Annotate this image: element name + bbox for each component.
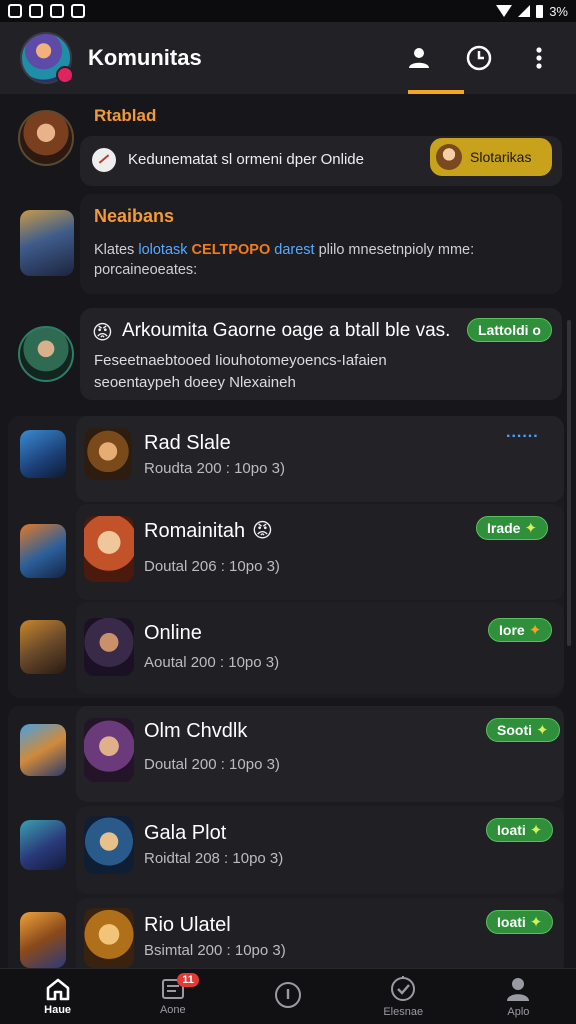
- status-badge[interactable]: Ioati ✦: [486, 910, 554, 934]
- nav-home[interactable]: Haue: [0, 969, 115, 1024]
- game-icon[interactable]: [20, 430, 66, 478]
- person-icon: [409, 48, 429, 68]
- list-item-title: Olm Chvdlk: [144, 720, 248, 742]
- player-avatar[interactable]: [84, 908, 134, 968]
- post-link[interactable]: lolotask: [138, 242, 187, 258]
- post-link[interactable]: CELTPOPO: [192, 242, 271, 258]
- game-icon[interactable]: [20, 620, 66, 674]
- online-badge-icon: [56, 66, 74, 84]
- list-item-title: Romainitah: [144, 520, 246, 542]
- user-avatar[interactable]: [18, 110, 74, 166]
- download-icon: [71, 4, 85, 18]
- profile-tab-button[interactable]: [406, 45, 432, 71]
- post-link[interactable]: darest: [274, 242, 314, 258]
- bottom-nav: Haue 11 Aone Elesnae Aplo: [0, 968, 576, 1024]
- list-item-title: Gala Plot: [144, 822, 227, 844]
- message-icon: [50, 4, 64, 18]
- post-line: Feseetnaebtooed Iiouhotomeyoencs-Iafaien: [94, 352, 387, 369]
- user-avatar[interactable]: [18, 326, 74, 382]
- check-circle-icon: [391, 976, 416, 1001]
- scrollbar[interactable]: [567, 320, 571, 646]
- nav-messages[interactable]: 11 Aone: [115, 969, 230, 1024]
- more-vertical-icon: [536, 47, 542, 69]
- message-text: Kedunematat sl ormeni dper Onlide: [128, 151, 364, 168]
- post-body: Klates lolotask CELTPOPO darest plilo mn…: [94, 242, 475, 278]
- list-item[interactable]: [76, 416, 564, 502]
- sparkle-icon: ✦: [524, 520, 538, 537]
- status-badge[interactable]: Ioati ✦: [486, 818, 554, 842]
- list-item-title: Online: [144, 622, 202, 644]
- notification-count-badge: 11: [177, 973, 199, 987]
- status-badge[interactable]: Sooti ✦: [486, 718, 560, 742]
- player-avatar[interactable]: [84, 718, 134, 782]
- sparkle-icon: ✦: [536, 722, 549, 739]
- signal-icon: [518, 5, 531, 17]
- angry-emoji: 😡: [92, 322, 113, 344]
- list-item-title: Rio Ulatel: [144, 914, 231, 936]
- typing-dots: ......: [506, 424, 539, 441]
- gamepad-icon: [8, 4, 22, 18]
- game-icon[interactable]: [20, 820, 66, 870]
- nav-achievements[interactable]: Elesnae: [346, 969, 461, 1024]
- community-feed[interactable]: Rtablad Kedunematat sl ormeni dper Onlid…: [0, 94, 576, 968]
- user-avatar[interactable]: [20, 210, 74, 276]
- post-line: seoentaypeh doeey Nlexaineh: [94, 374, 296, 391]
- sparkle-icon: ✦: [528, 622, 542, 639]
- angry-emoji: 😡: [252, 520, 273, 542]
- history-button[interactable]: [466, 45, 492, 71]
- status-badge[interactable]: Lattoldi o: [467, 318, 552, 342]
- slot-chip-button[interactable]: Slotarikas: [430, 138, 552, 176]
- info-icon: [275, 982, 301, 1008]
- list-item-subtitle: Aoutal 200 : 10po 3): [144, 654, 280, 671]
- status-badge[interactable]: Irade ✦: [476, 516, 549, 540]
- sparkle-icon: ✦: [529, 914, 543, 931]
- status-bar: 3%: [0, 0, 576, 22]
- chip-avatar: [436, 144, 462, 170]
- home-icon: [46, 978, 69, 1001]
- list-item-subtitle: Doutal 200 : 10po 3): [144, 756, 280, 773]
- clock-icon: [466, 45, 492, 71]
- post-card[interactable]: Neaibans Klates lolotask CELTPOPO darest…: [80, 194, 562, 294]
- more-menu-button[interactable]: [526, 45, 552, 71]
- chat-bubble-icon: [92, 148, 116, 172]
- list-item-subtitle: Bsimtal 200 : 10po 3): [144, 942, 286, 959]
- feed-item-name: Rtablad: [94, 106, 157, 125]
- notification-icon: [29, 4, 43, 18]
- status-badge[interactable]: Iore ✦: [488, 618, 553, 642]
- player-avatar[interactable]: [84, 428, 132, 480]
- nav-info[interactable]: [230, 969, 345, 1024]
- message-card[interactable]: Kedunematat sl ormeni dper Onlide Slotar…: [80, 136, 562, 186]
- list-item[interactable]: [76, 602, 564, 694]
- player-avatar[interactable]: [84, 618, 134, 676]
- game-icon[interactable]: [20, 524, 66, 578]
- battery-percent: 3%: [549, 3, 568, 19]
- wifi-icon: [496, 5, 513, 17]
- list-item-title: Rad Slale: [144, 432, 231, 454]
- game-icon[interactable]: [20, 724, 66, 776]
- person-icon: [507, 978, 530, 1001]
- nav-profile[interactable]: Aplo: [461, 969, 576, 1024]
- list-item-subtitle: Roidtal 208 : 10po 3): [144, 850, 284, 867]
- player-avatar[interactable]: [84, 516, 134, 582]
- profile-avatar[interactable]: [20, 32, 74, 84]
- list-item-subtitle: Doutal 206 : 10po 3): [144, 558, 280, 575]
- page-title: Komunitas: [88, 45, 202, 70]
- post-author: Neaibans: [94, 206, 175, 226]
- post-card[interactable]: 😡 Arkoumita Gaorne oage a btall ble vas.…: [80, 308, 562, 400]
- battery-icon: [536, 4, 544, 18]
- app-bar: Komunitas: [0, 22, 576, 94]
- list-item-subtitle: Roudta 200 : 10po 3): [144, 460, 285, 477]
- sparkle-icon: ✦: [529, 822, 543, 839]
- post-title: Arkoumita Gaorne oage a btall ble vas.: [122, 320, 451, 341]
- game-icon[interactable]: [20, 912, 66, 968]
- player-avatar[interactable]: [84, 816, 134, 874]
